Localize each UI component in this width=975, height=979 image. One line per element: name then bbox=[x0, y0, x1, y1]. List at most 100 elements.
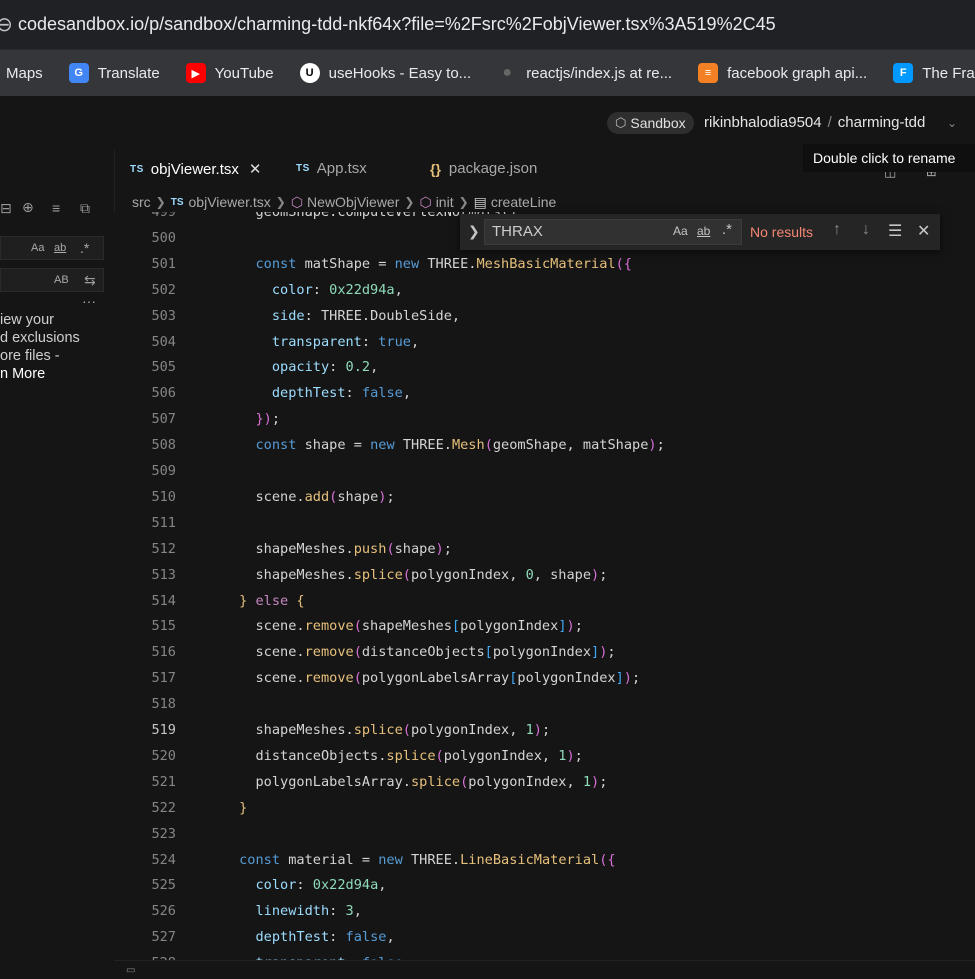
github-icon: ● bbox=[497, 63, 518, 83]
line-number: 515 bbox=[151, 618, 176, 635]
more-options-icon[interactable]: ··· bbox=[82, 293, 96, 309]
code-token: scene. bbox=[190, 644, 305, 661]
address-bar[interactable]: ⊖ codesandbox.io/p/sandbox/charming-tdd-… bbox=[0, 0, 975, 50]
tab-app[interactable]: TS App.tsx bbox=[296, 160, 367, 177]
code-text: depthTest: false, bbox=[190, 380, 411, 406]
sandbox-badge[interactable]: ⬡ Sandbox bbox=[607, 112, 694, 134]
hint-line: ore files - bbox=[0, 348, 60, 364]
code-editor[interactable]: 499 geomShape.computeVertexNormals(); 500… bbox=[114, 212, 975, 960]
code-token: ({ bbox=[599, 851, 616, 868]
code-token: new bbox=[378, 851, 411, 868]
file-breadcrumb: src ❯ TS objViewer.tsx ❯ ⬡ NewObjViewer … bbox=[132, 192, 556, 212]
code-token: polygonIndex bbox=[517, 670, 616, 687]
breadcrumb-file[interactable]: objViewer.tsx bbox=[189, 194, 271, 210]
line-number: 517 bbox=[151, 670, 176, 687]
chevron-down-icon[interactable]: ⌄ bbox=[947, 116, 957, 130]
framer-icon: F bbox=[893, 63, 914, 83]
code-token: }) bbox=[255, 411, 272, 428]
search-hint-message: iew your d exclusions ore files - n More bbox=[0, 311, 114, 383]
line-number: 504 bbox=[151, 333, 176, 350]
code-token: : bbox=[345, 385, 362, 402]
previous-match-icon[interactable]: ↑ bbox=[833, 221, 841, 239]
code-token: 0.2 bbox=[345, 359, 371, 376]
project-name[interactable]: charming-tdd bbox=[838, 114, 926, 131]
usehooks-icon: U bbox=[299, 63, 320, 83]
code-token: ) bbox=[623, 670, 632, 687]
code-token: , bbox=[386, 929, 395, 946]
code-token: true bbox=[378, 333, 411, 350]
code-token: add bbox=[304, 488, 330, 505]
regex-option[interactable]: .* bbox=[80, 240, 89, 256]
breadcrumb-symbol[interactable]: NewObjViewer bbox=[307, 194, 399, 210]
close-icon[interactable]: ✕ bbox=[917, 221, 930, 241]
line-number: 527 bbox=[151, 929, 176, 946]
app-header: ⬡ Sandbox rikinbhalodia9504 / charming-tdd… bbox=[0, 96, 975, 150]
bookmark-item[interactable]: ≡ facebook graph api... bbox=[698, 63, 867, 83]
preserve-case-option[interactable]: AB bbox=[54, 274, 69, 286]
code-token: ; bbox=[386, 488, 395, 505]
bookmark-item[interactable]: Maps bbox=[6, 65, 43, 82]
code-token: ] bbox=[558, 618, 567, 635]
bookmark-item[interactable]: UuseHooks - Easy to... bbox=[299, 63, 471, 83]
tab-package-json[interactable]: {} package.json bbox=[430, 160, 537, 177]
code-token: : bbox=[329, 929, 346, 946]
next-match-icon[interactable]: ↓ bbox=[862, 221, 870, 239]
collapse-all-icon[interactable]: ⧉ bbox=[80, 200, 90, 217]
code-token: color bbox=[271, 281, 313, 298]
site-info-icon[interactable]: ⊖ bbox=[0, 11, 13, 39]
toggle-replace-icon[interactable]: ❯ bbox=[468, 223, 480, 240]
chevron-right-icon: ❯ bbox=[458, 195, 469, 209]
code-token: LineBasicMaterial bbox=[460, 851, 600, 868]
owner-name[interactable]: rikinbhalodia9504 bbox=[704, 114, 822, 131]
breadcrumb-symbol[interactable]: createLine bbox=[491, 194, 556, 210]
line-number: 522 bbox=[151, 799, 176, 816]
bookmark-item[interactable]: ▶ YouTube bbox=[185, 63, 274, 83]
match-case-option[interactable]: Aa bbox=[673, 224, 688, 238]
new-search-editor-icon[interactable]: ⊕ bbox=[22, 199, 34, 216]
code-token: 0x22d94a bbox=[312, 877, 379, 894]
bookmark-item[interactable]: G Translate bbox=[68, 63, 160, 83]
typescript-icon: TS bbox=[296, 163, 310, 174]
tab-objviewer[interactable]: TS objViewer.tsx ✕ bbox=[130, 160, 262, 179]
collapse-icon[interactable]: ⊟ bbox=[0, 200, 12, 217]
line-number: 523 bbox=[151, 825, 176, 842]
code-text: shapeMeshes.splice(polygonIndex, 1); bbox=[190, 717, 550, 743]
bookmark-item[interactable]: ● reactjs/index.js at re... bbox=[497, 63, 672, 83]
url-text[interactable]: codesandbox.io/p/sandbox/charming-tdd-nk… bbox=[18, 14, 776, 35]
bookmark-item[interactable]: F The Framer I bbox=[893, 63, 975, 83]
code-text: shapeMeshes.splice(polygonIndex, 0, shap… bbox=[190, 562, 607, 588]
code-text: linewidth: 3, bbox=[190, 898, 361, 924]
terminal-icon[interactable]: ▭ bbox=[126, 965, 135, 976]
code-token: ; bbox=[574, 747, 583, 764]
list-view-icon[interactable]: ≡ bbox=[52, 200, 60, 216]
code-token: splice bbox=[386, 747, 436, 764]
whole-word-option[interactable]: ab bbox=[54, 242, 66, 254]
find-in-selection-icon[interactable]: ☰ bbox=[888, 221, 902, 241]
line-number: 516 bbox=[151, 644, 176, 661]
code-token: opacity bbox=[271, 359, 330, 376]
regex-option[interactable]: .* bbox=[722, 221, 732, 238]
whole-word-option[interactable]: ab bbox=[697, 224, 710, 238]
breadcrumb-folder[interactable]: src bbox=[132, 194, 151, 210]
replace-all-icon[interactable]: ⇆ bbox=[84, 272, 96, 289]
find-widget: ❯ THRAX Aa ab .* No results ↑ ↓ ☰ ✕ bbox=[460, 214, 940, 250]
code-token: geomShape, matShape bbox=[492, 437, 649, 454]
hint-line: iew your bbox=[0, 312, 54, 328]
line-number: 520 bbox=[151, 747, 176, 764]
match-case-option[interactable]: Aa bbox=[31, 242, 44, 254]
breadcrumb-symbol[interactable]: init bbox=[436, 194, 454, 210]
owner-separator: / bbox=[827, 114, 832, 131]
close-icon[interactable]: ✕ bbox=[249, 160, 262, 178]
line-number: 526 bbox=[151, 903, 176, 920]
line-number: 513 bbox=[151, 566, 176, 583]
code-text: depthTest: false, bbox=[190, 924, 395, 950]
bookmarks-bar: Maps G Translate ▶ YouTube UuseHooks - Easy t… bbox=[0, 50, 975, 96]
code-token: shapeMeshes. bbox=[190, 566, 354, 583]
learn-more-link[interactable]: n More bbox=[0, 365, 114, 383]
